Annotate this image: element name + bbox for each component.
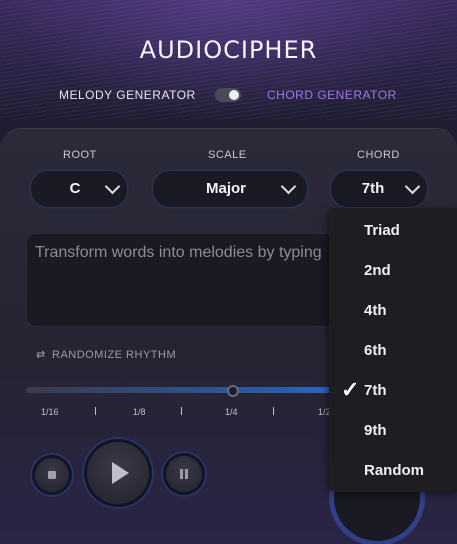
mode-switcher: MELODY GENERATOR CHORD GENERATOR (0, 88, 457, 104)
input-placeholder: Transform words into melodies by typing (35, 244, 322, 261)
shuffle-icon: ⇄ (36, 349, 46, 361)
chord-option-2nd[interactable]: 2nd (364, 262, 391, 279)
play-icon (112, 462, 129, 484)
tick-mark (181, 407, 182, 415)
chord-dropdown-menu: Triad 2nd 4th 6th ✓ 7th 9th Random (329, 208, 457, 492)
chord-option-6th[interactable]: 6th (364, 342, 387, 359)
root-label: ROOT (63, 149, 97, 161)
pause-icon (179, 469, 189, 479)
stop-button[interactable] (35, 458, 69, 492)
tick-label: 1/16 (41, 407, 59, 417)
chord-option-4th[interactable]: 4th (364, 302, 387, 319)
chord-label: CHORD (357, 149, 400, 161)
scale-label: SCALE (208, 149, 247, 161)
chord-option-7th[interactable]: 7th (364, 382, 387, 399)
tick-label: 1/4 (225, 407, 238, 417)
randomize-rhythm-button[interactable]: ⇄ RANDOMIZE RHYTHM (36, 348, 176, 361)
scale-value: Major (205, 180, 246, 197)
pause-button[interactable] (166, 456, 202, 492)
word-input[interactable]: Transform words into melodies by typing (26, 233, 358, 327)
rhythm-slider-handle[interactable] (227, 385, 239, 397)
melody-generator-tab[interactable]: MELODY GENERATOR (59, 88, 196, 102)
tick-mark (273, 407, 274, 415)
mode-toggle[interactable] (215, 88, 241, 102)
app-logo: AUDIOCIPHER (139, 36, 318, 64)
rhythm-slider-track[interactable] (26, 387, 356, 393)
chord-option-9th[interactable]: 9th (364, 422, 387, 439)
root-select[interactable]: C (30, 170, 128, 208)
play-button[interactable] (87, 442, 149, 504)
chord-select[interactable]: 7th (330, 170, 428, 208)
tick-mark (95, 407, 96, 415)
chord-option-triad[interactable]: Triad (364, 222, 400, 239)
chord-generator-tab[interactable]: CHORD GENERATOR (267, 88, 397, 102)
tick-label: 1/8 (133, 407, 146, 417)
checkmark-icon: ✓ (341, 377, 360, 402)
randomize-rhythm-label: RANDOMIZE RHYTHM (52, 349, 177, 361)
stop-icon (48, 471, 56, 479)
scale-select[interactable]: Major (152, 170, 308, 208)
chord-option-random[interactable]: Random (364, 462, 424, 479)
toggle-knob (229, 90, 239, 100)
